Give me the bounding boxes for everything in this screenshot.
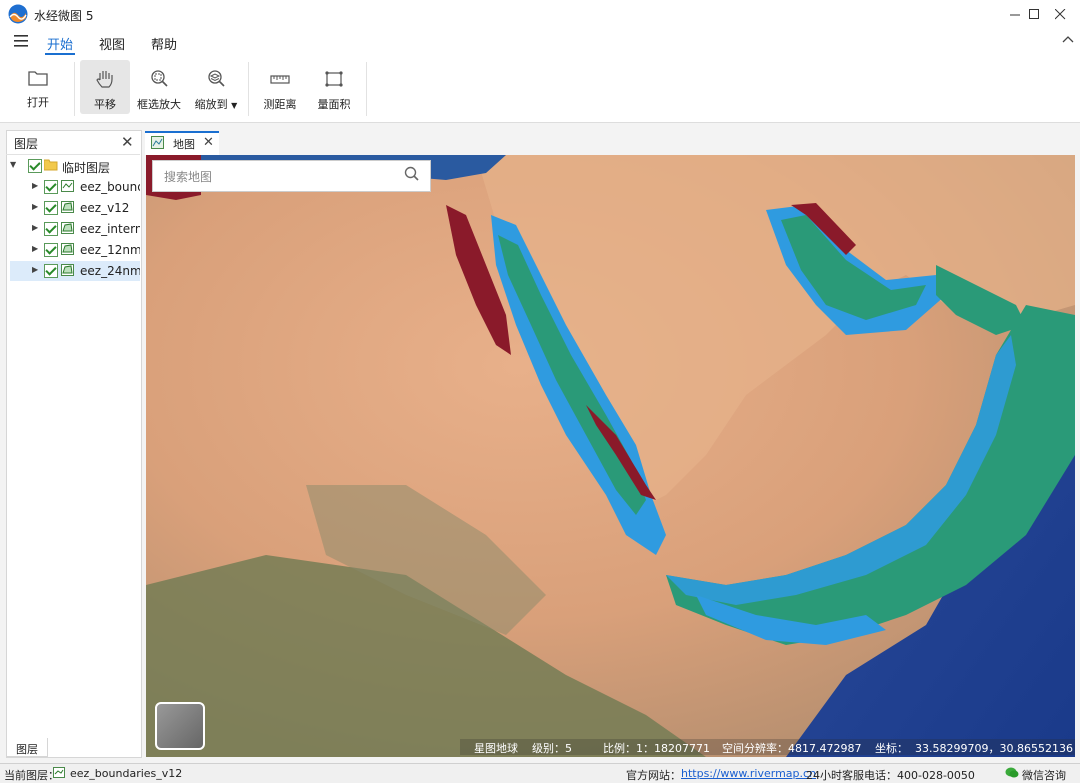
satellite-map xyxy=(146,155,1075,757)
zoom-box-icon xyxy=(151,70,168,87)
layer-checkbox[interactable] xyxy=(44,201,58,215)
site-label: 官方网站： xyxy=(626,769,681,782)
basemap-switcher[interactable] xyxy=(155,702,205,750)
layer-checkbox[interactable] xyxy=(44,264,58,278)
layer-checkbox[interactable] xyxy=(28,159,42,173)
open-label: 打开 xyxy=(27,96,49,109)
menu-icon[interactable] xyxy=(14,34,30,48)
map-status-bar: 星图地球 级别：5 比例：1：18207771 空间分辨率：4817.47298… xyxy=(460,739,1075,755)
wechat-icon xyxy=(1005,767,1019,778)
zoom-box-label: 框选放大 xyxy=(137,98,181,111)
title-bar xyxy=(0,0,1080,28)
toolbar-separator xyxy=(74,62,75,116)
zoom-to-label: 缩放到 ▼ xyxy=(195,96,238,112)
spatial-resolution: 空间分辨率：4817.472987 xyxy=(722,742,862,755)
expand-arrow-icon[interactable]: ▶ xyxy=(32,202,38,211)
map-scale: 比例：1：18207771 xyxy=(603,742,710,755)
layer-item-selected[interactable]: ▶ eez_24nm xyxy=(10,261,140,281)
active-tab-indicator xyxy=(45,53,75,55)
layer-panel-title: 图层 xyxy=(14,137,39,151)
layer-group-temp[interactable]: ▼ 临时图层 xyxy=(10,156,140,176)
layer-item[interactable]: ▶ eez_intern xyxy=(10,219,140,239)
app-logo-icon xyxy=(8,4,28,24)
expand-arrow-icon[interactable]: ▶ xyxy=(32,181,38,190)
close-window-button[interactable] xyxy=(1040,0,1080,28)
pan-label: 平移 xyxy=(94,98,116,111)
chevron-down-icon: ▼ xyxy=(231,101,238,110)
measure-area-button[interactable]: 量面积 xyxy=(310,60,358,114)
tab-start[interactable]: 开始 xyxy=(47,34,73,53)
layer-item[interactable]: ▶ eez_bound xyxy=(10,177,140,197)
search-icon[interactable] xyxy=(404,166,420,182)
open-button[interactable]: 打开 xyxy=(14,60,62,114)
layer-label: eez_24nm xyxy=(80,264,140,278)
layer-item[interactable]: ▶ eez_v12 xyxy=(10,198,140,218)
close-icon xyxy=(1054,8,1065,19)
layer-checkbox[interactable] xyxy=(44,243,58,257)
expand-arrow-icon[interactable]: ▶ xyxy=(32,223,38,232)
polygon-layer-icon xyxy=(61,222,74,234)
tab-help[interactable]: 帮助 xyxy=(151,34,177,53)
window-title: 水经微图 5 xyxy=(34,9,94,23)
measure-distance-label: 测距离 xyxy=(263,98,297,111)
coords-label: 坐标： xyxy=(875,742,908,755)
layer-label: eez_v12 xyxy=(80,201,130,215)
ruler-icon xyxy=(270,75,290,84)
zoom-to-text: 缩放到 xyxy=(194,98,228,111)
maximize-icon xyxy=(1028,8,1039,19)
layer-label: eez_12nm xyxy=(80,243,140,257)
close-icon[interactable]: ✕ xyxy=(121,133,134,151)
zoom-to-button[interactable]: 缩放到 ▼ xyxy=(188,60,244,114)
layer-label: eez_bound xyxy=(80,180,140,194)
current-layer-name: eez_boundaries_v12 xyxy=(70,767,183,780)
wechat-consult-link[interactable]: 微信咨询 xyxy=(1022,767,1066,783)
area-icon xyxy=(325,71,343,87)
map-canvas[interactable] xyxy=(146,155,1075,757)
map-source: 星图地球 xyxy=(474,742,518,755)
measure-distance-button[interactable]: 测距离 xyxy=(256,60,304,114)
current-layer-label: 当前图层： xyxy=(4,769,59,782)
expand-arrow-icon[interactable]: ▶ xyxy=(32,244,38,253)
pan-button[interactable]: 平移 xyxy=(80,60,130,114)
polygon-layer-icon xyxy=(61,264,74,276)
tab-view[interactable]: 视图 xyxy=(99,34,125,53)
chevron-up-icon[interactable] xyxy=(1062,34,1074,46)
polygon-layer-icon xyxy=(61,201,74,213)
expand-arrow-icon[interactable]: ▼ xyxy=(10,160,16,169)
hotline: 24小时客服电话：400-028-0050 xyxy=(806,769,975,782)
folder-icon xyxy=(44,159,58,171)
toolbar-separator xyxy=(366,62,367,116)
close-icon[interactable]: ✕ xyxy=(203,135,214,150)
map-tab-label: 地图 xyxy=(173,138,195,151)
expand-arrow-icon[interactable]: ▶ xyxy=(32,265,38,274)
line-layer-icon xyxy=(53,767,65,778)
zoom-layers-icon xyxy=(208,70,225,87)
toolbar-separator xyxy=(248,62,249,116)
layer-bottom-tab-label: 图层 xyxy=(16,743,38,756)
layer-group-label: 临时图层 xyxy=(62,161,111,175)
official-site-link[interactable]: https://www.rivermap.cn xyxy=(681,767,816,780)
measure-area-label: 量面积 xyxy=(317,98,351,111)
layer-checkbox[interactable] xyxy=(44,180,58,194)
layer-item[interactable]: ▶ eez_12nm xyxy=(10,240,140,260)
zoom-box-button[interactable]: 框选放大 xyxy=(134,60,184,114)
line-layer-icon xyxy=(61,180,74,192)
map-icon xyxy=(151,136,164,149)
search-input[interactable]: 搜索地图 xyxy=(164,168,212,185)
layer-label: eez_intern xyxy=(80,222,140,236)
folder-icon xyxy=(28,71,48,86)
cursor-coordinates: 33.58299709，30.86552136 xyxy=(915,742,1073,755)
polygon-layer-icon xyxy=(61,243,74,255)
hand-icon xyxy=(96,71,113,88)
layer-checkbox[interactable] xyxy=(44,222,58,236)
zoom-level: 级别：5 xyxy=(532,742,572,755)
